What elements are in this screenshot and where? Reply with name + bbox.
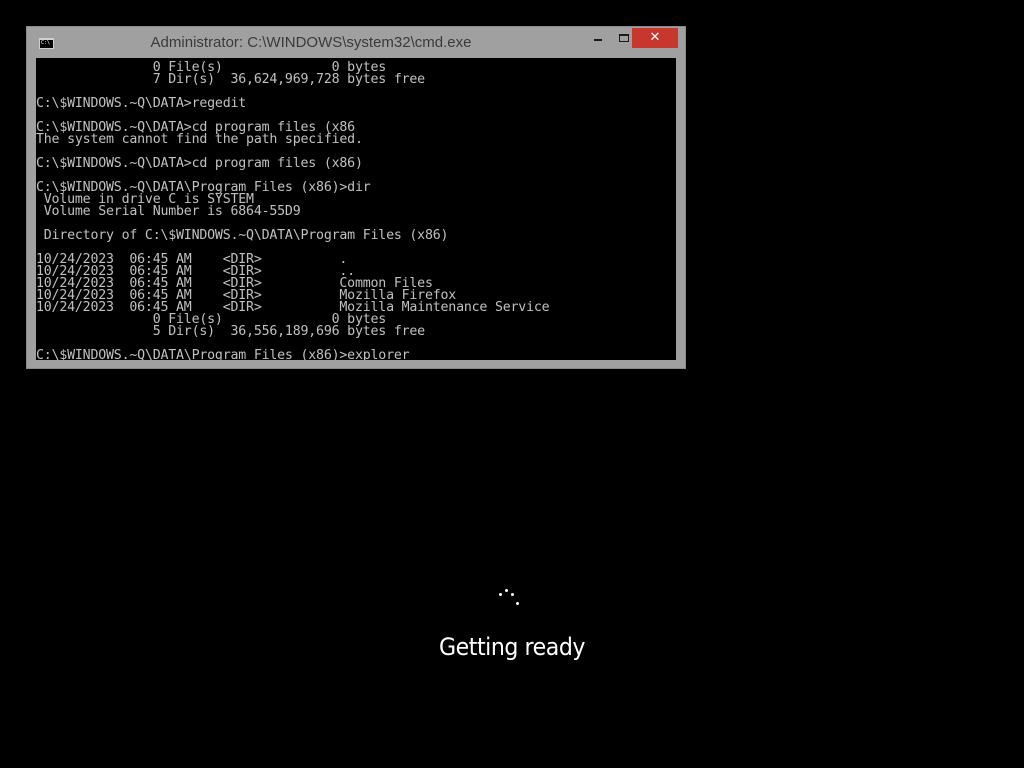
console-output[interactable]: 0 File(s) 0 bytes 7 Dir(s) 36,624,969,72… — [36, 58, 676, 360]
console-text: 0 File(s) 0 bytes 7 Dir(s) 36,624,969,72… — [36, 60, 550, 360]
spinner-dot — [516, 602, 519, 605]
spinner-dot — [505, 589, 508, 592]
cmd-window[interactable]: C:\ Administrator: C:\WINDOWS\system32\c… — [26, 26, 686, 369]
setup-status-text: Getting ready — [439, 633, 585, 661]
loading-spinner-icon — [494, 584, 524, 614]
spinner-dot — [499, 593, 502, 596]
close-icon: ✕ — [649, 30, 661, 45]
window-title: Administrator: C:\WINDOWS\system32\cmd.e… — [150, 34, 472, 51]
close-button[interactable]: ✕ — [632, 28, 678, 48]
maximize-icon — [619, 34, 629, 42]
spinner-dot — [511, 593, 514, 596]
minimize-button[interactable] — [585, 28, 611, 48]
window-titlebar[interactable]: C:\ Administrator: C:\WINDOWS\system32\c… — [27, 27, 685, 58]
minimize-icon — [594, 39, 602, 41]
